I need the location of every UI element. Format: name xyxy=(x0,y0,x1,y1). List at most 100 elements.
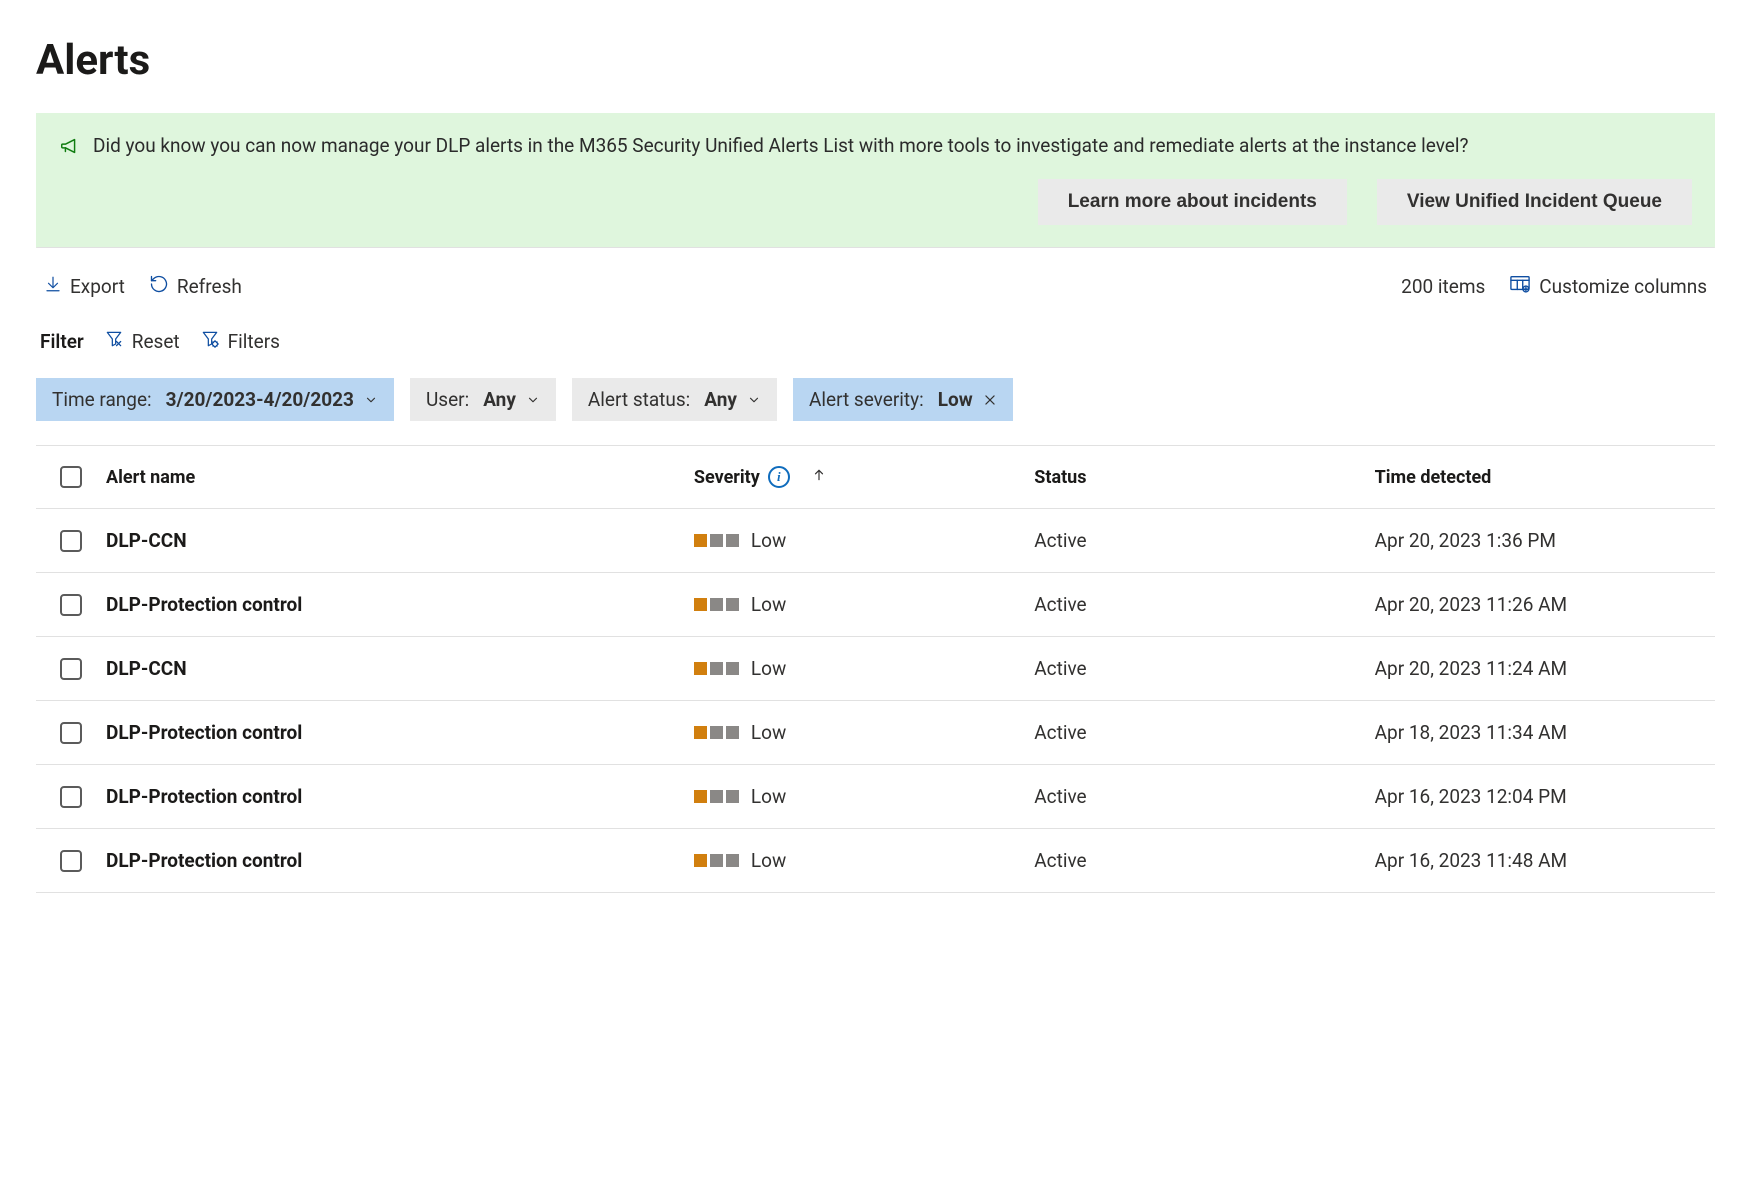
alert-name[interactable]: DLP-Protection control xyxy=(106,721,694,744)
alert-name[interactable]: DLP-Protection control xyxy=(106,785,694,808)
filters-button[interactable]: Filters xyxy=(200,329,280,354)
row-checkbox[interactable] xyxy=(60,530,82,552)
severity-cell: Low xyxy=(694,721,1034,744)
time-detected-cell: Apr 20, 2023 11:26 AM xyxy=(1375,593,1715,616)
refresh-icon xyxy=(149,274,169,299)
view-unified-queue-button[interactable]: View Unified Incident Queue xyxy=(1377,179,1692,225)
select-all-checkbox[interactable] xyxy=(60,466,82,488)
chip-time-range[interactable]: Time range: 3/20/2023-4/20/2023 xyxy=(36,378,394,421)
export-label: Export xyxy=(70,275,125,298)
info-banner: Did you know you can now manage your DLP… xyxy=(36,113,1715,248)
download-icon xyxy=(44,275,62,298)
col-alert-name[interactable]: Alert name xyxy=(106,467,694,488)
filters-label: Filters xyxy=(228,330,280,353)
funnel-clear-icon xyxy=(104,329,124,354)
alert-name[interactable]: DLP-Protection control xyxy=(106,593,694,616)
status-cell: Active xyxy=(1034,785,1374,808)
col-time-detected-label: Time detected xyxy=(1375,467,1492,488)
severity-cell: Low xyxy=(694,785,1034,808)
severity-bars-icon xyxy=(694,662,739,675)
severity-bars-icon xyxy=(694,534,739,547)
severity-cell: Low xyxy=(694,657,1034,680)
col-status-label: Status xyxy=(1034,467,1086,488)
severity-cell: Low xyxy=(694,593,1034,616)
table-row[interactable]: DLP-Protection control Low ActiveApr 18, 2… xyxy=(36,701,1715,765)
severity-bars-icon xyxy=(694,726,739,739)
chip-alert-severity-label: Alert severity: xyxy=(809,388,924,411)
chip-alert-status-value: Any xyxy=(704,388,737,411)
time-detected-cell: Apr 16, 2023 11:48 AM xyxy=(1375,849,1715,872)
export-button[interactable]: Export xyxy=(44,275,125,298)
toolbar: Export Refresh 200 items xyxy=(36,252,1715,321)
chip-user-value: Any xyxy=(483,388,516,411)
row-checkbox[interactable] xyxy=(60,722,82,744)
reset-label: Reset xyxy=(132,330,180,353)
filter-bar: Filter Reset Filters xyxy=(36,321,1715,378)
item-count: 200 items xyxy=(1401,275,1485,298)
row-checkbox[interactable] xyxy=(60,594,82,616)
megaphone-icon xyxy=(59,135,81,161)
chip-time-range-value: 3/20/2023-4/20/2023 xyxy=(166,388,354,411)
severity-value: Low xyxy=(751,721,786,744)
chip-alert-status-label: Alert status: xyxy=(588,388,690,411)
customize-columns-label: Customize columns xyxy=(1539,275,1707,298)
time-detected-cell: Apr 18, 2023 11:34 AM xyxy=(1375,721,1715,744)
severity-value: Low xyxy=(751,529,786,552)
alert-name[interactable]: DLP-CCN xyxy=(106,529,694,552)
alert-name[interactable]: DLP-CCN xyxy=(106,657,694,680)
table-row[interactable]: DLP-CCN Low ActiveApr 20, 2023 11:24 AM xyxy=(36,637,1715,701)
time-detected-cell: Apr 16, 2023 12:04 PM xyxy=(1375,785,1715,808)
col-time-detected[interactable]: Time detected xyxy=(1375,467,1715,488)
table-row[interactable]: DLP-CCN Low ActiveApr 20, 2023 1:36 PM xyxy=(36,509,1715,573)
table-row[interactable]: DLP-Protection control Low ActiveApr 20, 2… xyxy=(36,573,1715,637)
refresh-button[interactable]: Refresh xyxy=(149,274,242,299)
chip-alert-status[interactable]: Alert status: Any xyxy=(572,378,777,421)
col-severity-label: Severity xyxy=(694,467,760,488)
filter-chips: Time range: 3/20/2023-4/20/2023 User: An… xyxy=(36,378,1715,445)
col-alert-name-label: Alert name xyxy=(106,467,195,488)
alerts-table: Alert name Severity i Status Time detect… xyxy=(36,445,1715,893)
col-severity[interactable]: Severity i xyxy=(694,466,1034,488)
severity-bars-icon xyxy=(694,854,739,867)
chip-user[interactable]: User: Any xyxy=(410,378,556,421)
status-cell: Active xyxy=(1034,657,1374,680)
refresh-label: Refresh xyxy=(177,275,242,298)
time-detected-cell: Apr 20, 2023 11:24 AM xyxy=(1375,657,1715,680)
status-cell: Active xyxy=(1034,593,1374,616)
table-row[interactable]: DLP-Protection control Low ActiveApr 16, 2… xyxy=(36,765,1715,829)
severity-cell: Low xyxy=(694,849,1034,872)
severity-value: Low xyxy=(751,849,786,872)
status-cell: Active xyxy=(1034,529,1374,552)
severity-value: Low xyxy=(751,657,786,680)
close-icon[interactable] xyxy=(983,393,997,407)
col-status[interactable]: Status xyxy=(1034,467,1374,488)
row-checkbox[interactable] xyxy=(60,658,82,680)
severity-bars-icon xyxy=(694,790,739,803)
severity-value: Low xyxy=(751,785,786,808)
table-header: Alert name Severity i Status Time detect… xyxy=(36,445,1715,509)
row-checkbox[interactable] xyxy=(60,850,82,872)
learn-more-button[interactable]: Learn more about incidents xyxy=(1038,179,1347,225)
funnel-settings-icon xyxy=(200,329,220,354)
sort-asc-icon xyxy=(812,467,826,488)
page-title: Alerts xyxy=(36,36,1715,85)
status-cell: Active xyxy=(1034,721,1374,744)
chip-user-label: User: xyxy=(426,388,469,411)
chip-alert-severity[interactable]: Alert severity: Low xyxy=(793,378,1013,421)
severity-cell: Low xyxy=(694,529,1034,552)
status-cell: Active xyxy=(1034,849,1374,872)
customize-columns-button[interactable]: Customize columns xyxy=(1509,274,1707,299)
chip-alert-severity-value: Low xyxy=(938,388,973,411)
alert-name[interactable]: DLP-Protection control xyxy=(106,849,694,872)
chevron-down-icon xyxy=(526,393,540,407)
severity-value: Low xyxy=(751,593,786,616)
reset-filters-button[interactable]: Reset xyxy=(104,329,180,354)
chevron-down-icon xyxy=(747,393,761,407)
banner-text: Did you know you can now manage your DLP… xyxy=(93,132,1468,161)
time-detected-cell: Apr 20, 2023 1:36 PM xyxy=(1375,529,1715,552)
row-checkbox[interactable] xyxy=(60,786,82,808)
severity-bars-icon xyxy=(694,598,739,611)
info-icon[interactable]: i xyxy=(768,466,790,488)
table-row[interactable]: DLP-Protection control Low ActiveApr 16, 2… xyxy=(36,829,1715,893)
filter-label: Filter xyxy=(40,330,84,353)
